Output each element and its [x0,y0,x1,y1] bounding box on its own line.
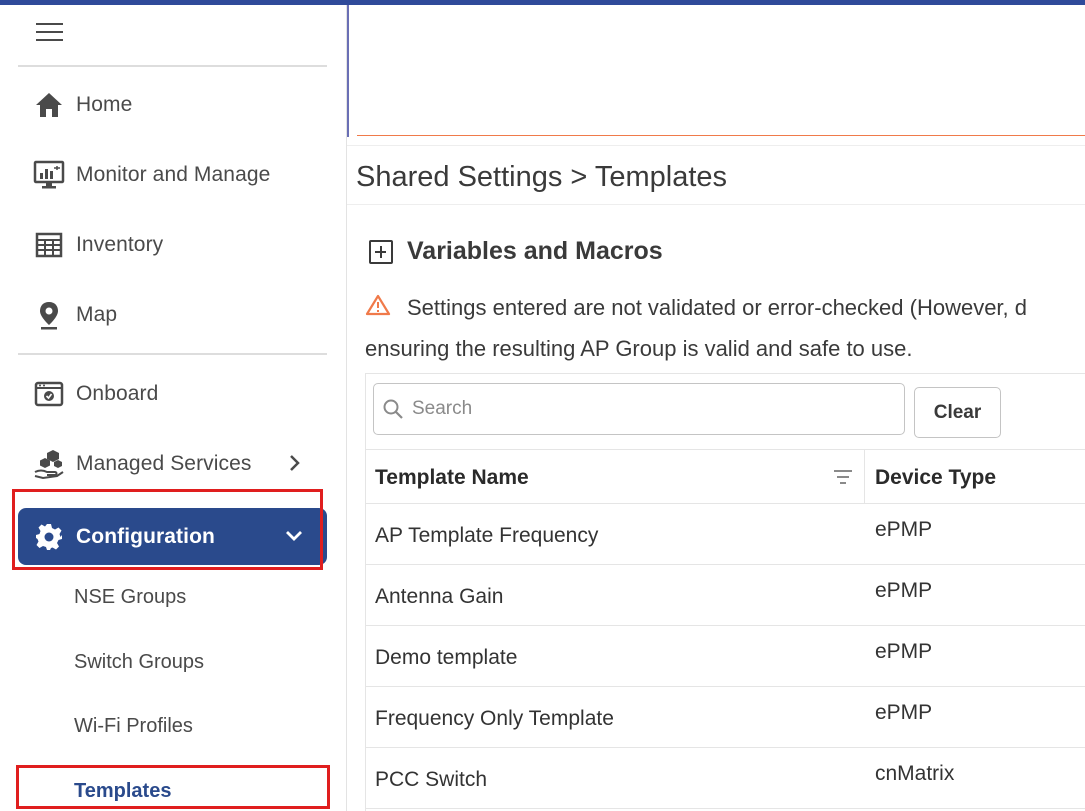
gear-icon [32,520,66,554]
sidebar: Home Monitor and Manage Inventory Map On… [0,5,347,811]
app: Home Monitor and Manage Inventory Map On… [0,0,1085,811]
sidebar-item-map[interactable]: Map [18,290,327,340]
sidebar-item-inventory[interactable]: Inventory [18,220,327,270]
device-type-cell: ePMP [875,518,933,541]
sidebar-item-label: Configuration [76,524,215,548]
header-divider [357,135,1085,136]
sidebar-subitem-templates[interactable]: Templates [74,780,171,803]
warning-text-line-1: Settings entered are not validated or er… [407,294,1027,320]
table-header: Template Name Device Type [366,449,1085,504]
device-type-cell: ePMP [875,640,933,663]
chevron-down-icon [283,525,305,547]
warning-icon [365,294,391,321]
table-row[interactable]: Demo template ePMP [366,626,1085,687]
variables-and-macros-toggle[interactable]: Variables and Macros [369,237,663,266]
sidebar-item-label: Inventory [76,233,164,256]
sidebar-item-label: Managed Services [76,452,252,475]
column-header-template-name[interactable]: Template Name [375,466,529,490]
table-row[interactable]: Frequency Only Template ePMP [366,687,1085,748]
sidebar-divider [18,65,327,67]
filter-icon[interactable] [834,470,852,484]
template-name-cell: Antenna Gain [375,585,504,608]
onboard-icon [32,377,66,411]
template-name-cell: PCC Switch [375,768,488,791]
template-name-cell: Frequency Only Template [375,707,614,730]
sidebar-item-label: Home [76,93,133,116]
sidebar-item-managed-services[interactable]: Managed Services [18,439,327,489]
search-icon [382,398,404,420]
breadcrumb-bar: Shared Settings > Templates [347,145,1085,205]
sidebar-item-home[interactable]: Home [18,80,327,130]
inventory-grid-icon [32,228,66,262]
table-row[interactable]: PCC Switch cnMatrix [366,748,1085,809]
sidebar-item-label: Map [76,303,118,326]
column-header-device-type[interactable]: Device Type [875,466,996,490]
section-title: Variables and Macros [407,237,663,265]
table-row[interactable]: Antenna Gain ePMP [366,565,1085,626]
expand-plus-icon [369,239,393,264]
map-pin-icon [32,298,66,332]
template-name-cell: AP Template Frequency [375,524,599,547]
chevron-right-icon [283,452,305,474]
sidebar-item-onboard[interactable]: Onboard [18,369,327,419]
column-separator [864,450,865,503]
sidebar-subitem-nse-groups[interactable]: NSE Groups [74,586,186,609]
search-input[interactable] [412,398,892,420]
sidebar-subitem-switch-groups[interactable]: Switch Groups [74,651,204,674]
device-type-cell: ePMP [875,701,933,724]
home-icon [32,88,66,122]
header-area [347,5,1085,137]
templates-table: Clear Template Name Device Type AP Templ… [365,373,1085,811]
sidebar-item-configuration[interactable]: Configuration [18,508,327,565]
template-name-cell: Demo template [375,646,518,669]
device-type-cell: cnMatrix [875,762,955,785]
managed-services-icon [32,447,66,481]
main-content: Shared Settings > Templates Variables an… [347,5,1085,811]
sidebar-subitem-wifi-profiles[interactable]: Wi-Fi Profiles [74,715,193,738]
clear-button[interactable]: Clear [914,387,1001,438]
search-box [373,383,905,435]
breadcrumb: Shared Settings > Templates [356,161,728,193]
warning-message: Settings entered are not validated or er… [365,294,1027,321]
device-type-cell: ePMP [875,579,933,602]
sidebar-item-label: Onboard [76,382,159,405]
monitor-icon [32,158,66,192]
table-row[interactable]: AP Template Frequency ePMP [366,504,1085,565]
sidebar-divider [18,353,327,355]
sidebar-item-monitor-and-manage[interactable]: Monitor and Manage [18,150,327,200]
sidebar-item-label: Monitor and Manage [76,163,271,186]
hamburger-menu-icon[interactable] [36,21,64,43]
warning-text-line-2: ensuring the resulting AP Group is valid… [365,336,913,361]
